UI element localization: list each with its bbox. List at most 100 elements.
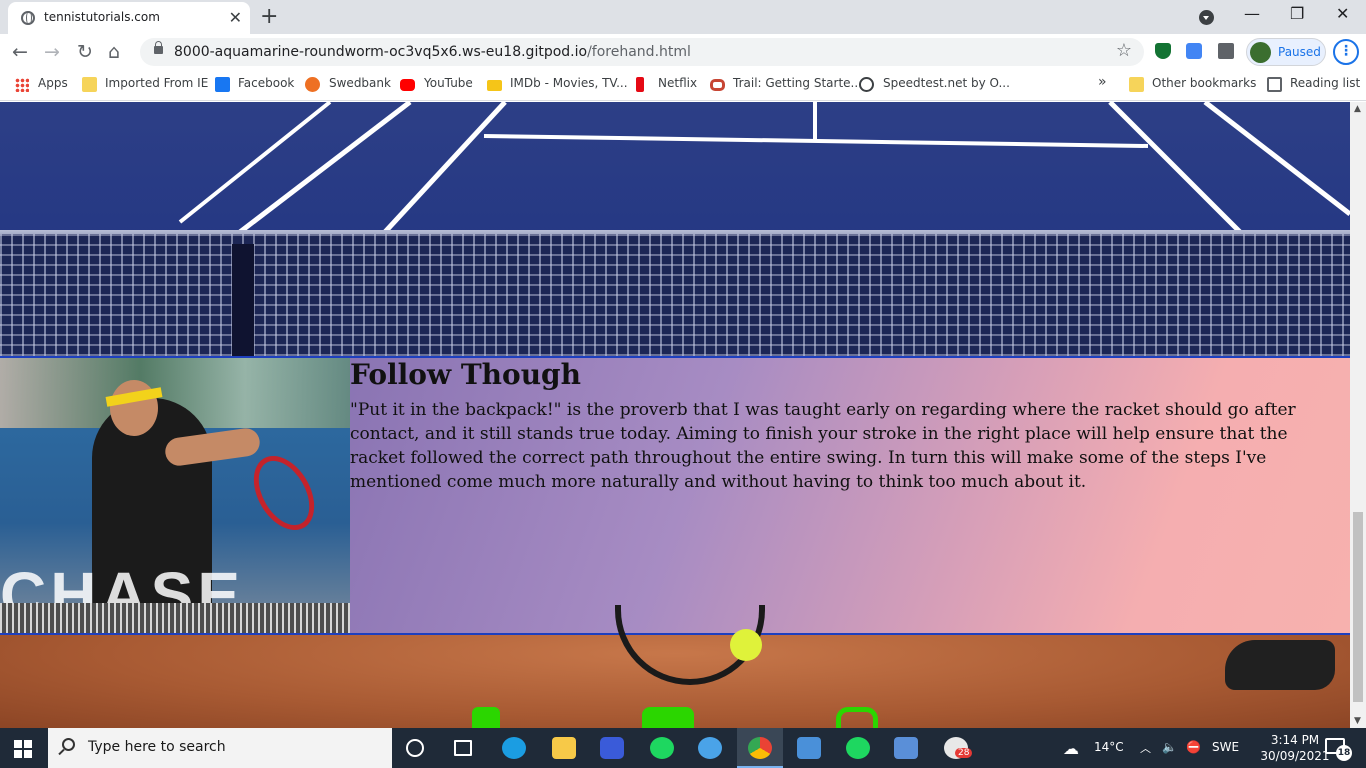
bookmark-apps[interactable]: Apps bbox=[38, 76, 68, 90]
task-view-icon[interactable] bbox=[454, 740, 472, 756]
tennis-net bbox=[0, 234, 1350, 356]
spotify-icon[interactable] bbox=[650, 737, 674, 759]
puzzle-extensions-icon[interactable] bbox=[1218, 43, 1234, 59]
cortana-icon[interactable] bbox=[406, 739, 424, 757]
photo-net bbox=[0, 603, 350, 633]
notification-badge: 28 bbox=[955, 748, 973, 758]
windows-taskbar: Type here to search 28 ☁ 14°C ︿ 🔈 ⛔ SWE … bbox=[0, 728, 1366, 768]
windows-start-icon[interactable] bbox=[14, 740, 32, 758]
edge-icon[interactable] bbox=[502, 737, 526, 759]
chrome-icon bbox=[748, 737, 772, 759]
section-heading: Follow Though bbox=[350, 358, 581, 391]
reading-list[interactable]: Reading list bbox=[1290, 76, 1360, 90]
bookmark-speedtest[interactable]: Speedtest.net by O... bbox=[883, 76, 1010, 90]
scroll-down-icon[interactable]: ▼ bbox=[1354, 716, 1361, 726]
globe-icon bbox=[21, 11, 35, 25]
bookmarks-bar: Apps Imported From IE Facebook Swedbank … bbox=[0, 70, 1366, 101]
avatar bbox=[1250, 42, 1271, 63]
chrome-taskbar-button[interactable] bbox=[737, 728, 783, 768]
action-center-icon[interactable]: 18 bbox=[1325, 738, 1352, 761]
bookmark-facebook[interactable]: Facebook bbox=[238, 76, 294, 90]
bookmark-youtube[interactable]: YouTube bbox=[424, 76, 473, 90]
scroll-up-icon[interactable]: ▲ bbox=[1354, 104, 1361, 114]
action-center-count: 18 bbox=[1336, 745, 1352, 761]
system-clock[interactable]: 3:14 PM 30/09/2021 bbox=[1257, 732, 1333, 764]
speedtest-icon bbox=[859, 77, 874, 92]
clock-time: 3:14 PM bbox=[1270, 733, 1320, 747]
chrome-menu-icon[interactable]: ⋮ bbox=[1333, 39, 1359, 65]
scrollbar-thumb[interactable] bbox=[1353, 512, 1363, 702]
section-paragraph: "Put it in the backpack!" is the proverb… bbox=[350, 400, 1296, 492]
reload-button[interactable]: ↻ bbox=[77, 41, 93, 63]
tab-title: tennistutorials.com bbox=[44, 10, 160, 24]
tray-chevron-icon[interactable]: ︿ bbox=[1140, 740, 1151, 756]
net-post bbox=[232, 244, 254, 356]
taskbar-search[interactable]: Type here to search bbox=[48, 728, 392, 768]
web-page: CHASE Follow Though "Put it in the backp… bbox=[0, 102, 1350, 728]
search-icon bbox=[62, 738, 75, 751]
instagram-icon[interactable] bbox=[836, 707, 878, 728]
shoe bbox=[1225, 640, 1335, 690]
folder-icon bbox=[82, 77, 97, 92]
minimize-button[interactable]: — bbox=[1244, 4, 1260, 23]
photos-icon[interactable] bbox=[894, 737, 918, 759]
section-text-panel: Follow Though "Put it in the backpack!" … bbox=[350, 358, 1350, 633]
bookmark-star-icon[interactable]: ☆ bbox=[1116, 40, 1132, 61]
imdb-icon bbox=[487, 80, 502, 91]
folder-icon bbox=[1129, 77, 1144, 92]
translate-extension-icon[interactable] bbox=[1186, 43, 1202, 59]
netflix-icon bbox=[636, 77, 644, 92]
clay-court-footer bbox=[0, 605, 1350, 728]
volume-icon[interactable]: 🔈 bbox=[1162, 740, 1177, 754]
forward-button[interactable]: → bbox=[44, 41, 60, 63]
file-explorer-icon[interactable] bbox=[552, 737, 576, 759]
bookmark-swedbank[interactable]: Swedbank bbox=[329, 76, 391, 90]
url-text[interactable]: 8000-aquamarine-roundworm-oc3vq5x6.ws-eu… bbox=[174, 44, 691, 60]
new-tab-button[interactable]: + bbox=[260, 4, 278, 29]
youtube-icon bbox=[400, 79, 415, 91]
bookmarks-overflow-button[interactable]: » bbox=[1098, 74, 1107, 90]
restore-button[interactable]: ❐ bbox=[1290, 4, 1304, 23]
racket bbox=[241, 445, 327, 541]
reading-list-icon bbox=[1267, 77, 1282, 92]
apps-grid-icon[interactable] bbox=[15, 78, 29, 92]
facebook-icon[interactable] bbox=[472, 707, 500, 728]
profile-status: Paused bbox=[1278, 45, 1321, 59]
tennis-ball bbox=[730, 629, 762, 661]
browser-toolbar: ← → ↻ ⌂ 8000-aquamarine-roundworm-oc3vq5… bbox=[0, 34, 1366, 70]
home-button[interactable]: ⌂ bbox=[108, 41, 120, 63]
network-icon[interactable]: ⛔ bbox=[1186, 740, 1201, 754]
search-placeholder: Type here to search bbox=[88, 739, 226, 755]
facebook-icon bbox=[215, 77, 230, 92]
tennis-court-image bbox=[0, 102, 1350, 356]
help-app-icon[interactable] bbox=[600, 737, 624, 759]
bookmark-imdb[interactable]: IMDb - Movies, TV... bbox=[510, 76, 628, 90]
other-bookmarks[interactable]: Other bookmarks bbox=[1152, 76, 1256, 90]
bookmark-trail[interactable]: Trail: Getting Starte... bbox=[733, 76, 862, 90]
clock-date: 30/09/2021 bbox=[1260, 749, 1330, 763]
remote-desktop-icon[interactable] bbox=[797, 737, 821, 759]
weather-cloud-icon[interactable]: ☁ bbox=[1063, 739, 1079, 758]
player-forehand-photo: CHASE bbox=[0, 358, 350, 633]
close-window-button[interactable]: ✕ bbox=[1336, 4, 1349, 23]
profile-button[interactable]: Paused bbox=[1246, 38, 1326, 66]
settings-gear-icon[interactable] bbox=[698, 737, 722, 759]
shield-extension-icon[interactable] bbox=[1155, 43, 1171, 59]
oracle-icon bbox=[710, 79, 725, 91]
weather-temp[interactable]: 14°C bbox=[1094, 740, 1124, 754]
tab-strip: tennistutorials.com ✕ + — ❐ ✕ bbox=[0, 0, 1366, 34]
active-tab[interactable]: tennistutorials.com ✕ bbox=[8, 2, 250, 34]
bookmark-netflix[interactable]: Netflix bbox=[658, 76, 697, 90]
lock-icon[interactable] bbox=[154, 41, 163, 54]
tab-search-icon[interactable] bbox=[1199, 10, 1214, 25]
youtube-icon[interactable] bbox=[642, 707, 694, 728]
spotify-icon[interactable] bbox=[846, 737, 870, 759]
language-indicator[interactable]: SWE bbox=[1212, 740, 1239, 754]
page-scrollbar[interactable]: ▲ ▼ bbox=[1350, 102, 1366, 728]
address-bar[interactable]: 8000-aquamarine-roundworm-oc3vq5x6.ws-eu… bbox=[140, 38, 1144, 66]
back-button[interactable]: ← bbox=[12, 41, 28, 63]
bookmark-imported-from-ie[interactable]: Imported From IE bbox=[105, 76, 208, 90]
follow-through-section: CHASE Follow Though "Put it in the backp… bbox=[0, 356, 1350, 635]
close-tab-icon[interactable]: ✕ bbox=[229, 8, 242, 27]
swedbank-icon bbox=[305, 77, 320, 92]
